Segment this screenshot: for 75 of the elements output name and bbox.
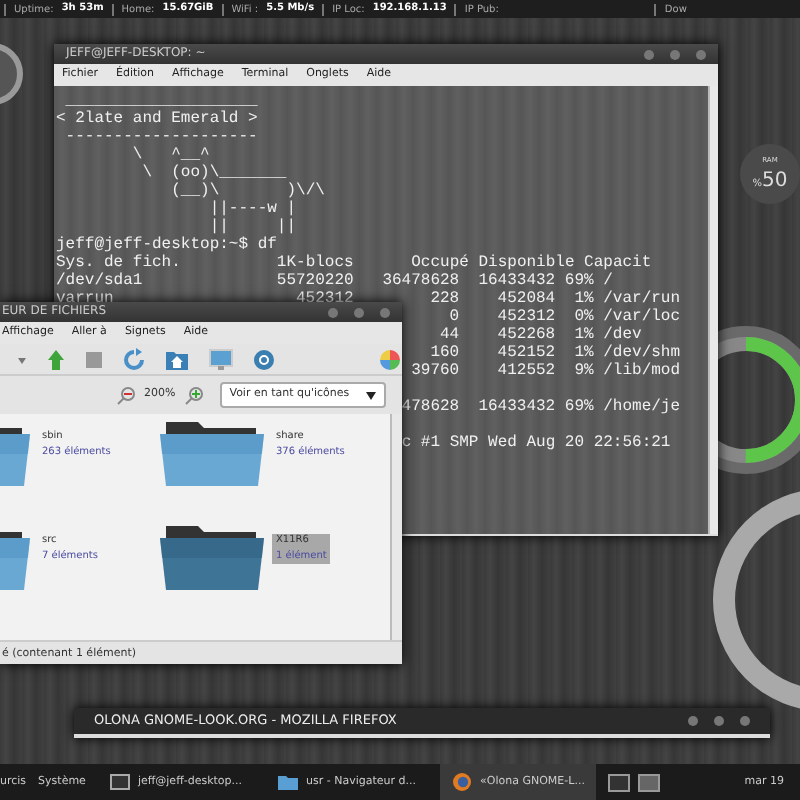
window-control[interactable]: [714, 716, 724, 726]
window-control[interactable]: [644, 49, 654, 59]
browser-icon: [452, 772, 473, 792]
ring-widget-drawing: [0, 40, 28, 108]
terminal-cell: 55720220: [276, 272, 354, 290]
reload-icon[interactable]: [122, 347, 146, 371]
terminal-line: < 2late and Emerald >: [56, 110, 260, 128]
terminal-line: ____________________: [63, 92, 260, 110]
terminal-line: c #1 SMP Wed Aug 20 22:56:21: [399, 434, 673, 452]
terminal-cell: 16433432: [478, 398, 556, 416]
terminal-cell: 69%: [564, 272, 594, 290]
terminal-cell: 478628: [401, 398, 460, 416]
terminal-cell: 228: [430, 290, 460, 308]
terminal-line: ||----w |: [207, 200, 299, 218]
terminal-cell: 0: [449, 308, 460, 326]
terminal-cell: 36478628: [382, 272, 460, 290]
folder-icon[interactable]: [160, 422, 264, 486]
terminal-line: (__)\ )\/\: [169, 182, 327, 200]
terminal-line: jeff@jeff-desktop:~$ df: [56, 236, 279, 254]
folder-icon[interactable]: [160, 526, 264, 590]
terminal-cell: /var/loc: [603, 308, 681, 326]
folder-icon[interactable]: [0, 422, 30, 486]
window-control[interactable]: [696, 49, 706, 59]
terminal-cell: /lib/mod: [603, 362, 681, 380]
terminal-cell: 452268: [497, 326, 556, 344]
zoom-in-icon[interactable]: [183, 385, 204, 405]
terminal-cell: /dev/shm: [603, 344, 681, 362]
window-control[interactable]: [328, 307, 338, 317]
terminal-cell: /home/je: [603, 398, 681, 416]
terminal-cell: varrun: [56, 290, 114, 308]
terminal-cell: 39760: [411, 362, 460, 380]
terminal-cell: 452084: [497, 290, 556, 308]
terminal-cell: 452152: [497, 344, 556, 362]
terminal-line: || ||: [207, 218, 299, 236]
terminal-line: \ (oo)\_______: [140, 164, 289, 182]
workspace-button[interactable]: [638, 773, 661, 791]
window-control[interactable]: [688, 716, 698, 726]
terminal-cell: 412552: [497, 362, 556, 380]
folder-icon: [278, 772, 299, 792]
terminal-cell: /: [603, 272, 613, 290]
terminal-cell: 69%: [564, 398, 594, 416]
terminal-cell: 16433432: [478, 272, 556, 290]
terminal-cell: 452312: [296, 290, 354, 308]
window-control[interactable]: [380, 307, 390, 317]
terminal-line: \ ^__^: [130, 146, 212, 164]
stop-icon[interactable]: [84, 347, 104, 371]
terminal-cell: 1%: [574, 344, 594, 362]
terminal-cell: /var/run: [603, 290, 681, 308]
workspace-button[interactable]: [608, 773, 631, 791]
terminal-cell: /dev: [603, 326, 642, 344]
up-arrow-icon[interactable]: [46, 347, 66, 371]
folder-icon[interactable]: [0, 526, 30, 590]
terminal-cell: /dev/sda1: [56, 272, 143, 290]
terminal-cell: 0%: [574, 308, 594, 326]
terminal-line: Sys. de fich. 1K-blocs Occupé Disponible Capacit: [56, 254, 654, 272]
terminal-cell: 452312: [497, 308, 556, 326]
terminal-line: --------------------: [63, 128, 260, 146]
terminal-cell: 160: [430, 344, 460, 362]
scrollbar[interactable]: [390, 414, 402, 640]
window-control[interactable]: [740, 716, 750, 726]
terminal-cell: 1%: [574, 326, 594, 344]
widget-value: 50: [762, 168, 788, 196]
home-folder-icon[interactable]: [164, 347, 190, 371]
window-control[interactable]: [354, 307, 364, 317]
search-icon[interactable]: [252, 347, 276, 371]
monitor-icon[interactable]: [208, 347, 234, 371]
caret-icon: [365, 391, 376, 399]
window-control[interactable]: [670, 49, 680, 59]
terminal-cell: 9%: [574, 362, 594, 380]
terminal-cell: 44: [440, 326, 460, 344]
terminal-cell: 1%: [574, 290, 594, 308]
scrollbar[interactable]: [708, 86, 718, 534]
pinwheel-icon[interactable]: [378, 347, 402, 371]
zoom-out-icon[interactable]: [116, 385, 136, 405]
terminal-icon: [109, 772, 130, 792]
